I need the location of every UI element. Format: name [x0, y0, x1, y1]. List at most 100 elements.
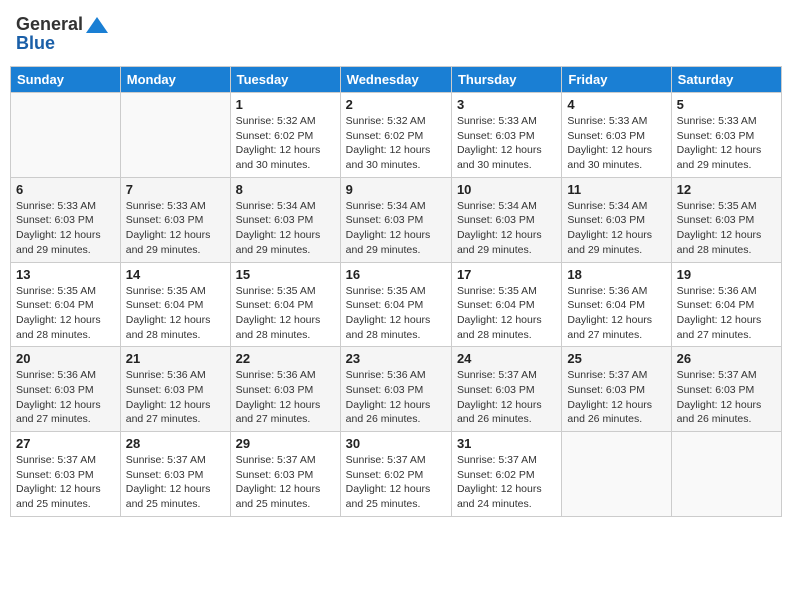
day-number: 31: [457, 436, 556, 451]
day-info: Sunrise: 5:34 AMSunset: 6:03 PMDaylight:…: [346, 199, 446, 258]
calendar-cell: 22 Sunrise: 5:36 AMSunset: 6:03 PMDayligh…: [230, 347, 340, 432]
day-info: Sunrise: 5:36 AMSunset: 6:04 PMDaylight:…: [677, 284, 776, 343]
day-number: 3: [457, 97, 556, 112]
day-number: 1: [236, 97, 335, 112]
day-info: Sunrise: 5:35 AMSunset: 6:04 PMDaylight:…: [16, 284, 115, 343]
day-number: 5: [677, 97, 776, 112]
day-info: Sunrise: 5:34 AMSunset: 6:03 PMDaylight:…: [567, 199, 665, 258]
calendar-cell: [671, 432, 781, 517]
logo-general-text: General: [16, 14, 83, 35]
day-info: Sunrise: 5:37 AMSunset: 6:03 PMDaylight:…: [677, 368, 776, 427]
weekday-header-monday: Monday: [120, 67, 230, 93]
day-info: Sunrise: 5:34 AMSunset: 6:03 PMDaylight:…: [457, 199, 556, 258]
day-number: 8: [236, 182, 335, 197]
day-number: 22: [236, 351, 335, 366]
calendar-cell: 20 Sunrise: 5:36 AMSunset: 6:03 PMDayligh…: [11, 347, 121, 432]
calendar-week-row: 13 Sunrise: 5:35 AMSunset: 6:04 PMDayligh…: [11, 262, 782, 347]
day-info: Sunrise: 5:35 AMSunset: 6:04 PMDaylight:…: [236, 284, 335, 343]
weekday-header-row: SundayMondayTuesdayWednesdayThursdayFrid…: [11, 67, 782, 93]
calendar-cell: 14 Sunrise: 5:35 AMSunset: 6:04 PMDayligh…: [120, 262, 230, 347]
day-number: 12: [677, 182, 776, 197]
calendar-cell: 18 Sunrise: 5:36 AMSunset: 6:04 PMDayligh…: [562, 262, 671, 347]
day-info: Sunrise: 5:36 AMSunset: 6:03 PMDaylight:…: [346, 368, 446, 427]
weekday-header-friday: Friday: [562, 67, 671, 93]
calendar-cell: 23 Sunrise: 5:36 AMSunset: 6:03 PMDayligh…: [340, 347, 451, 432]
weekday-header-sunday: Sunday: [11, 67, 121, 93]
day-number: 2: [346, 97, 446, 112]
day-info: Sunrise: 5:32 AMSunset: 6:02 PMDaylight:…: [236, 114, 335, 173]
day-number: 26: [677, 351, 776, 366]
day-info: Sunrise: 5:33 AMSunset: 6:03 PMDaylight:…: [677, 114, 776, 173]
calendar-cell: 16Sunrise: 5:35 AMSunset: 6:04 PMDayligh…: [340, 262, 451, 347]
calendar-cell: [562, 432, 671, 517]
calendar-cell: 15 Sunrise: 5:35 AMSunset: 6:04 PMDayligh…: [230, 262, 340, 347]
day-number: 20: [16, 351, 115, 366]
calendar-cell: 5 Sunrise: 5:33 AMSunset: 6:03 PMDaylight…: [671, 93, 781, 178]
day-info: Sunrise: 5:35 AMSunset: 6:04 PMDaylight:…: [126, 284, 225, 343]
day-info: Sunrise: 5:35 AMSunset: 6:03 PMDaylight:…: [677, 199, 776, 258]
day-number: 13: [16, 267, 115, 282]
day-number: 18: [567, 267, 665, 282]
day-info: Sunrise: 5:32 AMSunset: 6:02 PMDaylight:…: [346, 114, 446, 173]
day-number: 19: [677, 267, 776, 282]
day-number: 28: [126, 436, 225, 451]
calendar-cell: 7Sunrise: 5:33 AMSunset: 6:03 PMDaylight…: [120, 177, 230, 262]
day-number: 24: [457, 351, 556, 366]
day-number: 21: [126, 351, 225, 366]
calendar-week-row: 6 Sunrise: 5:33 AMSunset: 6:03 PMDaylight…: [11, 177, 782, 262]
calendar-week-row: 27 Sunrise: 5:37 AMSunset: 6:03 PMDayligh…: [11, 432, 782, 517]
calendar-cell: 9 Sunrise: 5:34 AMSunset: 6:03 PMDaylight…: [340, 177, 451, 262]
calendar-cell: 6 Sunrise: 5:33 AMSunset: 6:03 PMDaylight…: [11, 177, 121, 262]
day-number: 27: [16, 436, 115, 451]
day-info: Sunrise: 5:37 AMSunset: 6:03 PMDaylight:…: [457, 368, 556, 427]
day-number: 11: [567, 182, 665, 197]
day-number: 25: [567, 351, 665, 366]
calendar-cell: 28 Sunrise: 5:37 AMSunset: 6:03 PMDayligh…: [120, 432, 230, 517]
calendar-cell: [120, 93, 230, 178]
day-info: Sunrise: 5:37 AMSunset: 6:03 PMDaylight:…: [16, 453, 115, 512]
calendar-cell: 17 Sunrise: 5:35 AMSunset: 6:04 PMDayligh…: [451, 262, 561, 347]
day-number: 6: [16, 182, 115, 197]
calendar-cell: 30 Sunrise: 5:37 AMSunset: 6:02 PMDayligh…: [340, 432, 451, 517]
day-info: Sunrise: 5:37 AMSunset: 6:03 PMDaylight:…: [126, 453, 225, 512]
calendar-cell: 11 Sunrise: 5:34 AMSunset: 6:03 PMDayligh…: [562, 177, 671, 262]
day-number: 29: [236, 436, 335, 451]
day-number: 9: [346, 182, 446, 197]
calendar-cell: 24 Sunrise: 5:37 AMSunset: 6:03 PMDayligh…: [451, 347, 561, 432]
weekday-header-saturday: Saturday: [671, 67, 781, 93]
calendar-cell: 8 Sunrise: 5:34 AMSunset: 6:03 PMDaylight…: [230, 177, 340, 262]
calendar-cell: 29Sunrise: 5:37 AMSunset: 6:03 PMDayligh…: [230, 432, 340, 517]
day-info: Sunrise: 5:35 AMSunset: 6:04 PMDaylight:…: [346, 284, 446, 343]
day-info: Sunrise: 5:36 AMSunset: 6:04 PMDaylight:…: [567, 284, 665, 343]
calendar-cell: 19 Sunrise: 5:36 AMSunset: 6:04 PMDayligh…: [671, 262, 781, 347]
weekday-header-thursday: Thursday: [451, 67, 561, 93]
calendar-cell: 25Sunrise: 5:37 AMSunset: 6:03 PMDayligh…: [562, 347, 671, 432]
day-info: Sunrise: 5:33 AMSunset: 6:03 PMDaylight:…: [16, 199, 115, 258]
day-number: 10: [457, 182, 556, 197]
day-info: Sunrise: 5:36 AMSunset: 6:03 PMDaylight:…: [16, 368, 115, 427]
calendar-cell: 10 Sunrise: 5:34 AMSunset: 6:03 PMDayligh…: [451, 177, 561, 262]
calendar-cell: 13 Sunrise: 5:35 AMSunset: 6:04 PMDayligh…: [11, 262, 121, 347]
day-number: 15: [236, 267, 335, 282]
day-number: 30: [346, 436, 446, 451]
day-number: 14: [126, 267, 225, 282]
calendar-week-row: 1 Sunrise: 5:32 AMSunset: 6:02 PMDaylight…: [11, 93, 782, 178]
day-info: Sunrise: 5:35 AMSunset: 6:04 PMDaylight:…: [457, 284, 556, 343]
day-number: 17: [457, 267, 556, 282]
day-info: Sunrise: 5:34 AMSunset: 6:03 PMDaylight:…: [236, 199, 335, 258]
day-number: 23: [346, 351, 446, 366]
calendar-body: 1 Sunrise: 5:32 AMSunset: 6:02 PMDaylight…: [11, 93, 782, 517]
calendar-cell: 12 Sunrise: 5:35 AMSunset: 6:03 PMDayligh…: [671, 177, 781, 262]
day-info: Sunrise: 5:36 AMSunset: 6:03 PMDaylight:…: [236, 368, 335, 427]
calendar-cell: 21 Sunrise: 5:36 AMSunset: 6:03 PMDayligh…: [120, 347, 230, 432]
logo-icon: [86, 17, 108, 33]
day-info: Sunrise: 5:36 AMSunset: 6:03 PMDaylight:…: [126, 368, 225, 427]
day-info: Sunrise: 5:37 AMSunset: 6:02 PMDaylight:…: [346, 453, 446, 512]
calendar-cell: 1 Sunrise: 5:32 AMSunset: 6:02 PMDaylight…: [230, 93, 340, 178]
day-info: Sunrise: 5:33 AMSunset: 6:03 PMDaylight:…: [567, 114, 665, 173]
calendar-cell: 3 Sunrise: 5:33 AMSunset: 6:03 PMDaylight…: [451, 93, 561, 178]
calendar-week-row: 20 Sunrise: 5:36 AMSunset: 6:03 PMDayligh…: [11, 347, 782, 432]
day-info: Sunrise: 5:33 AMSunset: 6:03 PMDaylight:…: [457, 114, 556, 173]
calendar-cell: [11, 93, 121, 178]
day-info: Sunrise: 5:33 AMSunset: 6:03 PMDaylight:…: [126, 199, 225, 258]
